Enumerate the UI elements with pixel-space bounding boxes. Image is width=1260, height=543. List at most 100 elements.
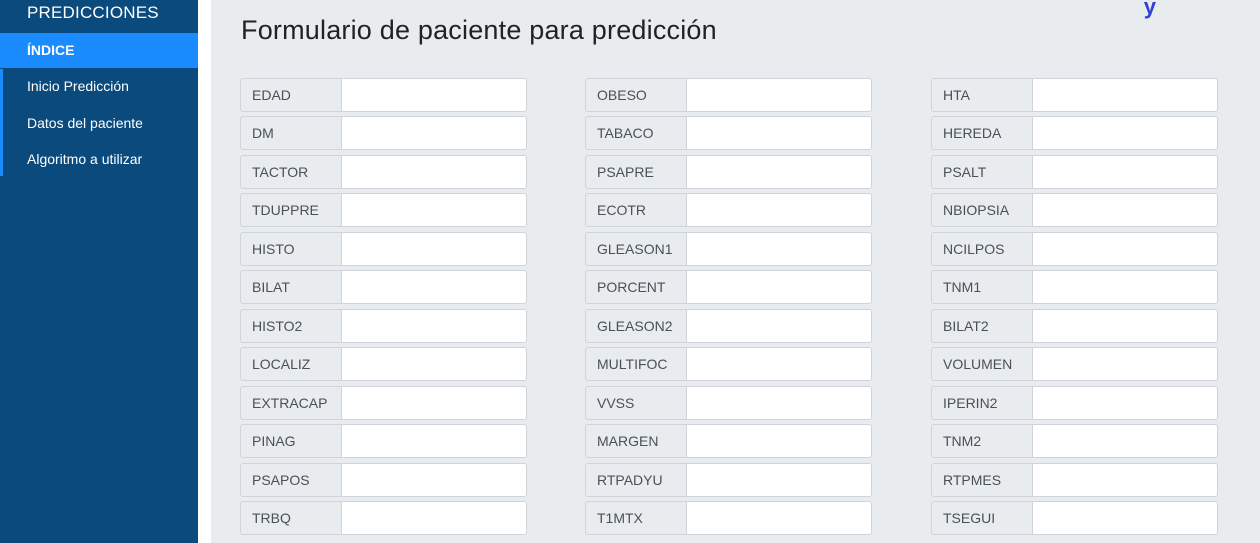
field-label: BILAT bbox=[240, 270, 341, 304]
field-input[interactable] bbox=[686, 270, 872, 304]
field-input[interactable] bbox=[686, 386, 872, 420]
field-label: HISTO bbox=[240, 232, 341, 266]
field-label: ECOTR bbox=[585, 193, 686, 227]
field-label: HEREDA bbox=[931, 116, 1032, 150]
field-input[interactable] bbox=[341, 424, 527, 458]
field-input[interactable] bbox=[341, 270, 527, 304]
field-group: MARGEN bbox=[585, 424, 872, 458]
field-group: HEREDA bbox=[931, 116, 1218, 150]
field-label: TDUPPRE bbox=[240, 193, 341, 227]
field-group: PORCENT bbox=[585, 270, 872, 304]
field-group: PINAG bbox=[240, 424, 527, 458]
field-group: TABACO bbox=[585, 116, 872, 150]
field-label: GLEASON1 bbox=[585, 232, 686, 266]
field-label: DM bbox=[240, 116, 341, 150]
field-label: T1MTX bbox=[585, 501, 686, 535]
field-input[interactable] bbox=[686, 116, 872, 150]
sidebar-item-inicio-prediccion[interactable]: Inicio Predicción bbox=[0, 69, 198, 103]
field-input[interactable] bbox=[686, 309, 872, 343]
field-group: VVSS bbox=[585, 386, 872, 420]
field-label: NCILPOS bbox=[931, 232, 1032, 266]
field-input[interactable] bbox=[341, 501, 527, 535]
field-group: DM bbox=[240, 116, 527, 150]
field-input[interactable] bbox=[1032, 270, 1218, 304]
sidebar: PREDICCIONES ÍNDICE Inicio Predicción Da… bbox=[0, 0, 198, 543]
field-label: GLEASON2 bbox=[585, 309, 686, 343]
field-input[interactable] bbox=[1032, 463, 1218, 497]
field-label: EDAD bbox=[240, 78, 341, 112]
sidebar-item-datos-paciente[interactable]: Datos del paciente bbox=[0, 106, 198, 140]
sidebar-title: PREDICCIONES bbox=[27, 3, 159, 22]
field-label: VVSS bbox=[585, 386, 686, 420]
field-group: TNM1 bbox=[931, 270, 1218, 304]
field-group: RTPADYU bbox=[585, 463, 872, 497]
field-input[interactable] bbox=[341, 155, 527, 189]
field-input[interactable] bbox=[341, 463, 527, 497]
field-group: LOCALIZ bbox=[240, 347, 527, 381]
field-group: HISTO bbox=[240, 232, 527, 266]
field-group: GLEASON1 bbox=[585, 232, 872, 266]
field-input[interactable] bbox=[1032, 347, 1218, 381]
field-input[interactable] bbox=[1032, 193, 1218, 227]
field-input[interactable] bbox=[1032, 155, 1218, 189]
field-label: PSAPRE bbox=[585, 155, 686, 189]
field-group: TSEGUI bbox=[931, 501, 1218, 535]
field-group: BILAT2 bbox=[931, 309, 1218, 343]
field-label: HISTO2 bbox=[240, 309, 341, 343]
field-label: TNM2 bbox=[931, 424, 1032, 458]
field-label: OBESO bbox=[585, 78, 686, 112]
field-input[interactable] bbox=[1032, 309, 1218, 343]
field-label: TSEGUI bbox=[931, 501, 1032, 535]
field-group: EDAD bbox=[240, 78, 527, 112]
field-input[interactable] bbox=[341, 232, 527, 266]
field-label: MULTIFOC bbox=[585, 347, 686, 381]
field-label: TNM1 bbox=[931, 270, 1032, 304]
field-input[interactable] bbox=[686, 463, 872, 497]
field-label: MARGEN bbox=[585, 424, 686, 458]
field-group: NBIOPSIA bbox=[931, 193, 1218, 227]
field-label: IPERIN2 bbox=[931, 386, 1032, 420]
field-group: OBESO bbox=[585, 78, 872, 112]
field-input[interactable] bbox=[341, 193, 527, 227]
field-input[interactable] bbox=[686, 501, 872, 535]
field-label: BILAT2 bbox=[931, 309, 1032, 343]
field-input[interactable] bbox=[1032, 424, 1218, 458]
field-input[interactable] bbox=[1032, 232, 1218, 266]
sidebar-item-algoritmo[interactable]: Algoritmo a utilizar bbox=[0, 142, 198, 176]
field-group: HISTO2 bbox=[240, 309, 527, 343]
page-title: Formulario de paciente para predicción bbox=[241, 15, 717, 45]
field-group: PSALT bbox=[931, 155, 1218, 189]
field-group: MULTIFOC bbox=[585, 347, 872, 381]
field-label: TABACO bbox=[585, 116, 686, 150]
corner-mark: y bbox=[1143, 0, 1156, 19]
field-label: NBIOPSIA bbox=[931, 193, 1032, 227]
field-input[interactable] bbox=[341, 347, 527, 381]
field-label: RTPMES bbox=[931, 463, 1032, 497]
field-label: HTA bbox=[931, 78, 1032, 112]
field-group: EXTRACAP bbox=[240, 386, 527, 420]
field-input[interactable] bbox=[1032, 78, 1218, 112]
field-group: PSAPRE bbox=[585, 155, 872, 189]
field-label: RTPADYU bbox=[585, 463, 686, 497]
field-label: VOLUMEN bbox=[931, 347, 1032, 381]
field-label: TRBQ bbox=[240, 501, 341, 535]
field-input[interactable] bbox=[1032, 501, 1218, 535]
field-input[interactable] bbox=[686, 193, 872, 227]
field-group: RTPMES bbox=[931, 463, 1218, 497]
sidebar-item-indice[interactable]: ÍNDICE bbox=[0, 33, 198, 68]
field-input[interactable] bbox=[341, 386, 527, 420]
field-group: TACTOR bbox=[240, 155, 527, 189]
field-input[interactable] bbox=[686, 155, 872, 189]
field-group: VOLUMEN bbox=[931, 347, 1218, 381]
field-input[interactable] bbox=[1032, 386, 1218, 420]
field-label: TACTOR bbox=[240, 155, 341, 189]
field-input[interactable] bbox=[686, 78, 872, 112]
field-input[interactable] bbox=[341, 78, 527, 112]
field-input[interactable] bbox=[341, 309, 527, 343]
field-input[interactable] bbox=[1032, 116, 1218, 150]
field-input[interactable] bbox=[686, 232, 872, 266]
field-group: TDUPPRE bbox=[240, 193, 527, 227]
field-input[interactable] bbox=[341, 116, 527, 150]
field-input[interactable] bbox=[686, 347, 872, 381]
field-input[interactable] bbox=[686, 424, 872, 458]
